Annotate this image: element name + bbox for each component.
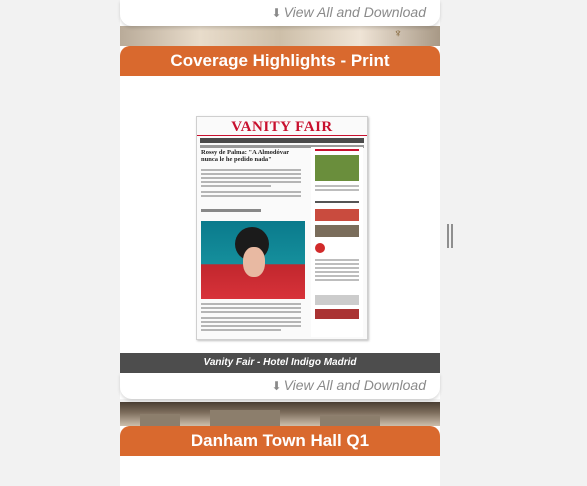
clipping-text-line bbox=[201, 321, 301, 323]
clipping-nav-bar bbox=[200, 138, 364, 143]
sidebar-line bbox=[315, 259, 359, 261]
sidebar-line bbox=[315, 275, 359, 277]
sidebar-line bbox=[315, 279, 359, 281]
section-title: Danham Town Hall Q1 bbox=[120, 426, 440, 456]
sidebar-line bbox=[315, 189, 359, 191]
sidebar-line bbox=[315, 267, 359, 269]
section-title: Coverage Highlights - Print bbox=[120, 46, 440, 76]
clipping-photo bbox=[201, 221, 305, 299]
sidebar-image bbox=[315, 209, 359, 221]
sidebar-line bbox=[315, 185, 359, 187]
previous-section-card: ⬇ View All and Download bbox=[120, 0, 440, 26]
clipping-caption: Vanity Fair - Hotel Indigo Madrid bbox=[120, 353, 440, 373]
clipping-text-line bbox=[201, 185, 271, 187]
press-clipping-image[interactable]: VANITY FAIR Rossy de Palma: "A Almodóvar… bbox=[196, 116, 368, 340]
view-all-download-label: View All and Download bbox=[283, 377, 426, 393]
clipping-text-line bbox=[201, 317, 301, 319]
view-all-download-link[interactable]: ⬇ View All and Download bbox=[272, 377, 426, 393]
clipping-area: VANITY FAIR Rossy de Palma: "A Almodóvar… bbox=[120, 76, 440, 353]
sidebar-line bbox=[315, 149, 359, 151]
clipping-text-line bbox=[201, 195, 301, 197]
download-icon: ⬇ bbox=[271, 6, 282, 20]
section-body bbox=[120, 456, 440, 486]
sidebar-line bbox=[315, 263, 359, 265]
clipping-text-line bbox=[201, 173, 301, 175]
clipping-text-line bbox=[201, 329, 281, 331]
clipping-text-line bbox=[201, 169, 301, 171]
clipping-text-line bbox=[201, 307, 301, 309]
view-all-download-label: View All and Download bbox=[283, 4, 426, 20]
clipping-text-line bbox=[201, 191, 301, 193]
previous-section-footer: ⬇ View All and Download bbox=[120, 0, 440, 26]
clipping-text-line bbox=[201, 177, 301, 179]
sidebar-image bbox=[315, 295, 359, 305]
background-photo-top: ♆ bbox=[120, 26, 440, 48]
sidebar-line bbox=[315, 271, 359, 273]
download-icon: ⬇ bbox=[271, 379, 282, 393]
clipping-sidebar bbox=[311, 147, 363, 337]
sidebar-image bbox=[315, 225, 359, 237]
view-all-download-link[interactable]: ⬇ View All and Download bbox=[272, 4, 426, 20]
clipping-masthead: VANITY FAIR bbox=[197, 117, 367, 136]
print-section-footer: ⬇ View All and Download bbox=[120, 373, 440, 399]
sidebar-line bbox=[315, 201, 359, 203]
clipping-share-bar bbox=[201, 209, 261, 212]
sidebar-image bbox=[315, 309, 359, 319]
sidebar-image bbox=[315, 155, 359, 181]
clipping-headline: Rossy de Palma: "A Almodóvar nunca le he… bbox=[201, 149, 289, 163]
scroll-grip-handle[interactable] bbox=[447, 224, 453, 248]
clipping-text-line bbox=[201, 303, 301, 305]
clipping-text-line bbox=[201, 311, 301, 313]
clipping-text-line bbox=[201, 325, 301, 327]
chandelier-icon: ♆ bbox=[393, 26, 403, 40]
print-coverage-card: Coverage Highlights - Print VANITY FAIR … bbox=[120, 46, 440, 399]
clipping-photo-face bbox=[243, 247, 265, 277]
clipping-text-line bbox=[201, 181, 301, 183]
sidebar-red-dot bbox=[315, 243, 325, 253]
danham-town-hall-card: Danham Town Hall Q1 bbox=[120, 426, 440, 486]
background-photo-middle bbox=[120, 402, 440, 428]
